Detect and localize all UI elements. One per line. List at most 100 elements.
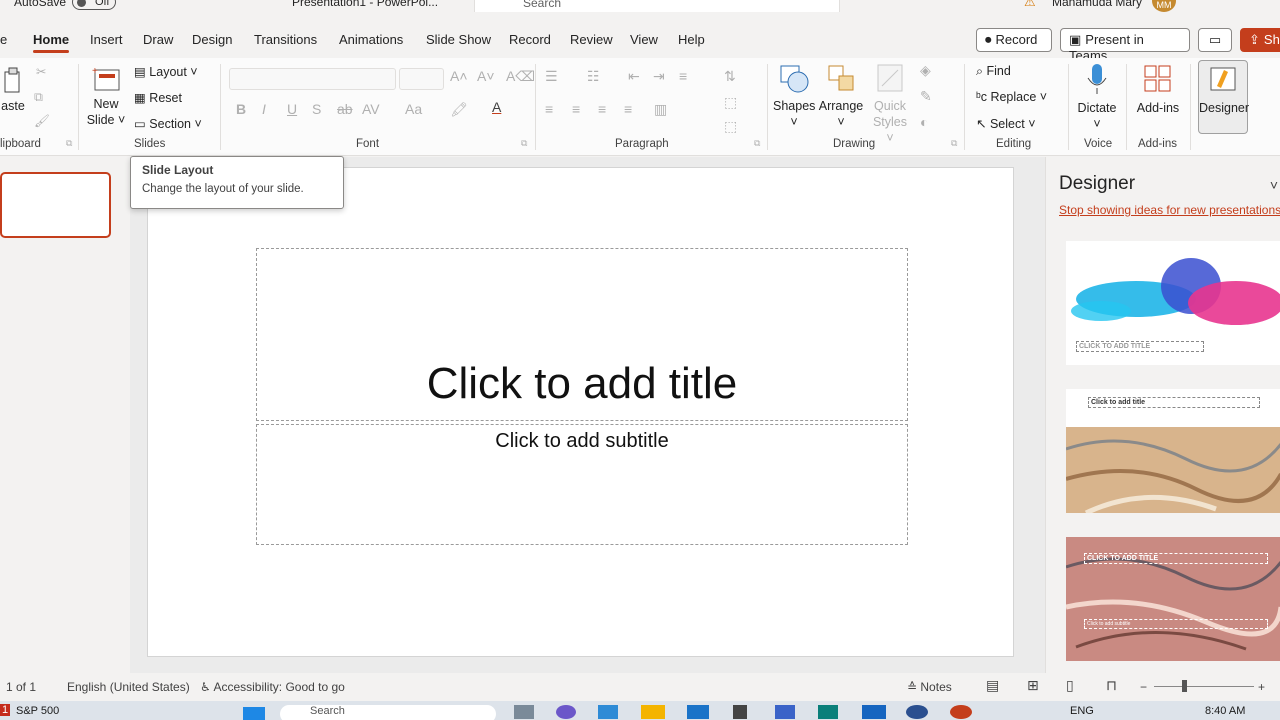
task-view-icon[interactable]: [514, 705, 534, 719]
smartart-icon[interactable]: ⬚: [724, 118, 737, 135]
increase-font-icon[interactable]: A˄: [450, 68, 468, 84]
tab-help[interactable]: Help: [678, 32, 705, 47]
windows-start-icon[interactable]: [243, 707, 265, 720]
record-button[interactable]: ⏺ Record: [976, 28, 1052, 52]
align-text-icon[interactable]: ⬚: [724, 94, 737, 111]
paste-button[interactable]: aste: [0, 66, 26, 114]
teams-app-icon[interactable]: [556, 705, 576, 719]
autosave-toggle[interactable]: Off: [72, 0, 116, 10]
line-spacing-icon[interactable]: ≡: [679, 68, 687, 84]
decrease-font-icon[interactable]: A˅: [477, 68, 495, 84]
normal-view-icon[interactable]: ▤: [986, 677, 999, 694]
slideshow-icon[interactable]: ⊓: [1106, 677, 1117, 694]
tab-review[interactable]: Review: [570, 32, 613, 47]
justify-icon[interactable]: ≡: [624, 101, 632, 117]
powerpoint-app-icon[interactable]: [950, 705, 972, 719]
tab-transitions[interactable]: Transitions: [254, 32, 317, 47]
designer-button[interactable]: Designer: [1198, 60, 1249, 134]
store-app-icon[interactable]: [598, 705, 618, 719]
bold-icon[interactable]: B: [236, 101, 246, 117]
slide-sorter-icon[interactable]: ⊞: [1027, 677, 1039, 694]
font-launcher-icon[interactable]: ⧉: [521, 138, 527, 149]
quick-styles-button[interactable]: Quick Styles ˅: [868, 62, 912, 146]
design-idea-card[interactable]: CLICK TO ADD TITLE: [1066, 241, 1280, 365]
numbering-icon[interactable]: ☷: [587, 68, 600, 85]
columns-icon[interactable]: ▥: [654, 101, 667, 118]
design-idea-card[interactable]: Click to add title: [1066, 389, 1280, 513]
language-status[interactable]: English (United States): [67, 680, 190, 694]
dictate-button[interactable]: Dictate ˅: [1074, 62, 1120, 132]
tab-file[interactable]: e: [0, 32, 7, 47]
design-idea-card[interactable]: CLICK TO ADD TITLE Click to add subtitle: [1066, 537, 1280, 661]
app-icon[interactable]: [862, 705, 886, 719]
align-center-icon[interactable]: ≡: [572, 101, 580, 117]
font-size-combo[interactable]: [399, 68, 444, 90]
tab-view[interactable]: View: [630, 32, 658, 47]
find-button[interactable]: ⌕ Find: [976, 64, 1011, 79]
align-left-icon[interactable]: ≡: [545, 101, 553, 117]
layout-button[interactable]: ▤ Layout ˅: [134, 64, 198, 79]
app-icon[interactable]: [818, 705, 838, 719]
zoom-slider-thumb[interactable]: [1182, 680, 1187, 692]
stop-showing-ideas-link[interactable]: Stop showing ideas for new presentations: [1059, 203, 1280, 217]
app-icon[interactable]: [733, 705, 747, 719]
tab-home[interactable]: Home: [33, 32, 70, 53]
slide[interactable]: Click to add title Click to add subtitle: [147, 167, 1014, 657]
underline-icon[interactable]: U: [287, 101, 297, 117]
italic-icon[interactable]: I: [262, 101, 266, 117]
drawing-launcher-icon[interactable]: ⧉: [951, 138, 957, 149]
avatar[interactable]: MM: [1152, 0, 1176, 12]
search-input[interactable]: Search: [474, 0, 840, 12]
tab-record[interactable]: Record: [509, 32, 551, 47]
taskbar-search[interactable]: Search: [280, 705, 496, 720]
clear-format-icon[interactable]: A⌫: [506, 68, 535, 85]
present-in-teams-button[interactable]: ▣ Present in Teams: [1060, 28, 1190, 63]
shapes-button[interactable]: Shapes ˅: [773, 62, 815, 130]
decrease-indent-icon[interactable]: ⇤: [628, 68, 640, 85]
increase-indent-icon[interactable]: ⇥: [653, 68, 665, 85]
subtitle-placeholder[interactable]: Click to add subtitle: [256, 424, 908, 545]
language-indicator[interactable]: ENG: [1070, 705, 1094, 717]
title-placeholder[interactable]: Click to add title: [256, 248, 908, 421]
format-painter-icon[interactable]: 🖌: [34, 114, 50, 129]
mail-app-icon[interactable]: [687, 705, 709, 719]
cut-icon[interactable]: ✂: [36, 64, 46, 79]
tab-design[interactable]: Design: [192, 32, 232, 47]
comments-button[interactable]: ▭: [1198, 28, 1232, 52]
text-direction-icon[interactable]: ⇅: [724, 68, 736, 85]
font-color-icon[interactable]: A: [492, 99, 501, 115]
tab-draw[interactable]: Draw: [143, 32, 173, 47]
align-right-icon[interactable]: ≡: [598, 101, 606, 117]
clipboard-launcher-icon[interactable]: ⧉: [66, 138, 72, 149]
share-button[interactable]: ⇪ Sh: [1240, 28, 1280, 52]
section-button[interactable]: ▭ Section ˅: [134, 116, 202, 131]
app-icon[interactable]: [906, 705, 928, 719]
zoom-slider[interactable]: [1154, 686, 1254, 687]
shadow-icon[interactable]: S: [312, 101, 321, 117]
select-button[interactable]: ↖ Select ˅: [976, 116, 1036, 131]
paragraph-launcher-icon[interactable]: ⧉: [754, 138, 760, 149]
reset-button[interactable]: ▦ Reset: [134, 90, 182, 105]
char-spacing-icon[interactable]: AV: [362, 101, 380, 117]
strikethrough-icon[interactable]: ab: [337, 101, 353, 117]
shape-fill-icon[interactable]: ◈: [920, 62, 931, 79]
change-case-icon[interactable]: Aa: [405, 101, 422, 117]
clock-time[interactable]: 8:40 AM: [1205, 705, 1245, 717]
add-ins-button[interactable]: Add-ins: [1133, 62, 1183, 116]
shape-effects-icon[interactable]: ◐: [920, 114, 928, 130]
new-slide-button[interactable]: + New Slide ˅: [86, 64, 126, 128]
arrange-button[interactable]: Arrange ˅: [818, 62, 864, 130]
font-family-combo[interactable]: [229, 68, 396, 90]
app-icon[interactable]: [775, 705, 795, 719]
replace-button[interactable]: ᵇc Replace ˅: [976, 90, 1047, 104]
copy-icon[interactable]: ⧉: [34, 90, 43, 105]
reading-view-icon[interactable]: ▯: [1066, 677, 1074, 694]
stock-widget[interactable]: S&P 500: [16, 705, 59, 717]
warning-icon[interactable]: ⚠: [1024, 0, 1036, 10]
accessibility-status[interactable]: ♿ Accessibility: Good to go: [200, 680, 345, 694]
chevron-down-icon[interactable]: ˅: [1270, 177, 1278, 193]
notes-button[interactable]: ≙ Notes: [907, 680, 952, 694]
shape-outline-icon[interactable]: ✎: [920, 88, 932, 105]
zoom-in-icon[interactable]: +: [1258, 680, 1265, 694]
tab-slide-show[interactable]: Slide Show: [426, 32, 491, 47]
